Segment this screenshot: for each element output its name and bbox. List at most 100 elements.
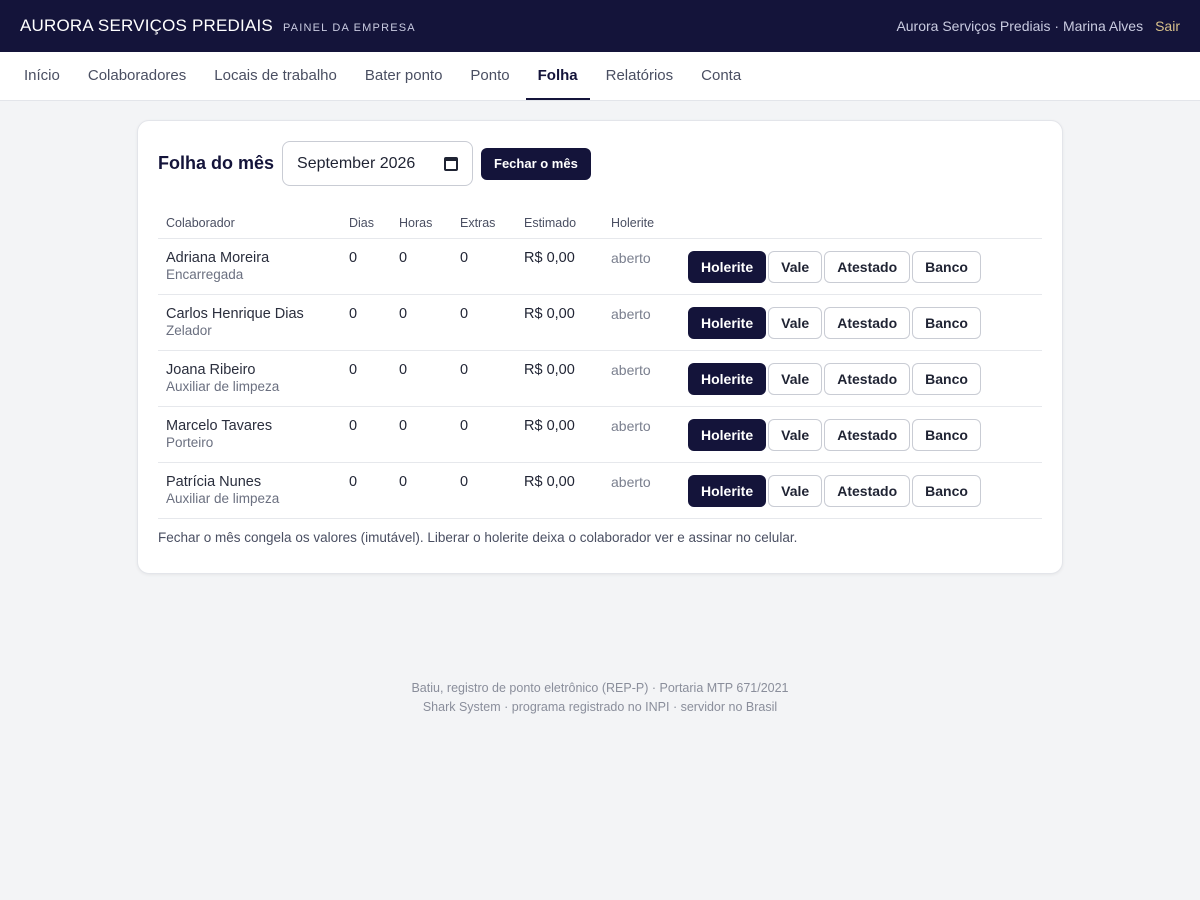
col-estimado: Estimado <box>516 216 603 239</box>
extras-cell: 0 <box>452 406 516 463</box>
calendar-icon[interactable] <box>444 156 459 171</box>
holerite-status: aberto <box>603 238 680 295</box>
tab-folha[interactable]: Folha <box>525 52 590 100</box>
logout-link[interactable]: Sair <box>1155 18 1180 34</box>
horas-cell: 0 <box>391 294 452 351</box>
row-actions: Holerite Vale Atestado Banco <box>680 462 1042 519</box>
payroll-card: Folha do mês September 2026 Fechar o mês… <box>137 120 1063 574</box>
horas-cell: 0 <box>391 350 452 407</box>
employee-name: Patrícia Nunes <box>166 474 262 490</box>
main-nav: Início Colaboradores Locais de trabalho … <box>0 52 1200 101</box>
table-row: Carlos Henrique Dias Zelador 0 0 0 R$ 0,… <box>158 294 1042 351</box>
atestado-button[interactable]: Atestado <box>824 419 911 451</box>
estimado-cell: R$ 0,00 <box>516 294 603 351</box>
employee-name: Carlos Henrique Dias <box>166 306 304 322</box>
vale-button[interactable]: Vale <box>768 419 823 451</box>
row-actions: Holerite Vale Atestado Banco <box>680 294 1042 351</box>
horas-cell: 0 <box>391 238 452 295</box>
holerite-status: aberto <box>603 350 680 407</box>
employee-role: Porteiro <box>166 435 214 450</box>
banco-button[interactable]: Banco <box>912 307 981 339</box>
table-row: Adriana Moreira Encarregada 0 0 0 R$ 0,0… <box>158 238 1042 295</box>
extras-cell: 0 <box>452 350 516 407</box>
vale-button[interactable]: Vale <box>768 251 823 283</box>
payroll-header: Folha do mês September 2026 Fechar o mês <box>158 141 1042 186</box>
employee-cell: Patrícia Nunes Auxiliar de limpeza <box>158 462 341 519</box>
table-header-row: Colaborador Dias Horas Extras Estimado H… <box>158 216 1042 239</box>
col-dias: Dias <box>341 216 391 239</box>
top-bar: AURORA SERVIÇOS PREDIAIS PAINEL DA EMPRE… <box>0 0 1200 52</box>
horas-cell: 0 <box>391 462 452 519</box>
tab-bater-ponto[interactable]: Bater ponto <box>353 52 455 100</box>
close-month-button[interactable]: Fechar o mês <box>481 147 591 180</box>
brand-subtitle: PAINEL DA EMPRESA <box>282 22 416 34</box>
brand-title: AURORA SERVIÇOS PREDIAIS <box>20 16 273 35</box>
employee-name: Marcelo Tavares <box>166 418 273 434</box>
payroll-table: Colaborador Dias Horas Extras Estimado H… <box>158 216 1042 519</box>
dias-cell: 0 <box>341 406 391 463</box>
holerite-button[interactable]: Holerite <box>688 475 767 507</box>
atestado-button[interactable]: Atestado <box>824 307 911 339</box>
holerite-button[interactable]: Holerite <box>688 307 767 339</box>
atestado-button[interactable]: Atestado <box>824 475 911 507</box>
row-actions: Holerite Vale Atestado Banco <box>680 350 1042 407</box>
col-holerite: Holerite <box>603 216 680 239</box>
holerite-button[interactable]: Holerite <box>688 419 767 451</box>
table-row: Patrícia Nunes Auxiliar de limpeza 0 0 0… <box>158 462 1042 519</box>
table-row: Joana Ribeiro Auxiliar de limpeza 0 0 0 … <box>158 350 1042 407</box>
employee-cell: Joana Ribeiro Auxiliar de limpeza <box>158 350 341 407</box>
tab-conta[interactable]: Conta <box>689 52 753 100</box>
vale-button[interactable]: Vale <box>768 475 823 507</box>
banco-button[interactable]: Banco <box>912 419 981 451</box>
dias-cell: 0 <box>341 462 391 519</box>
month-picker[interactable]: September 2026 <box>282 141 474 186</box>
holerite-button[interactable]: Holerite <box>688 251 767 283</box>
user-name: Aurora Serviços Prediais · Marina Alves <box>896 18 1144 34</box>
tab-inicio[interactable]: Início <box>12 52 72 100</box>
row-actions: Holerite Vale Atestado Banco <box>680 406 1042 463</box>
employee-role: Auxiliar de limpeza <box>166 491 280 506</box>
footer-line-2: Shark System · programa registrado no IN… <box>422 700 778 714</box>
col-colaborador: Colaborador <box>158 216 341 239</box>
row-actions: Holerite Vale Atestado Banco <box>680 238 1042 295</box>
employee-cell: Carlos Henrique Dias Zelador <box>158 294 341 351</box>
holerite-button[interactable]: Holerite <box>688 363 767 395</box>
holerite-status: aberto <box>603 294 680 351</box>
employee-cell: Adriana Moreira Encarregada <box>158 238 341 295</box>
employee-name: Joana Ribeiro <box>166 362 256 378</box>
estimado-cell: R$ 0,00 <box>516 462 603 519</box>
estimado-cell: R$ 0,00 <box>516 350 603 407</box>
employee-name: Adriana Moreira <box>166 250 270 266</box>
col-actions <box>680 216 1042 239</box>
vale-button[interactable]: Vale <box>768 363 823 395</box>
tab-relatorios[interactable]: Relatórios <box>594 52 686 100</box>
estimado-cell: R$ 0,00 <box>516 406 603 463</box>
extras-cell: 0 <box>452 238 516 295</box>
extras-cell: 0 <box>452 462 516 519</box>
employee-role: Auxiliar de limpeza <box>166 379 280 394</box>
month-value: September 2026 <box>297 154 416 172</box>
employee-cell: Marcelo Tavares Porteiro <box>158 406 341 463</box>
banco-button[interactable]: Banco <box>912 251 981 283</box>
extras-cell: 0 <box>452 294 516 351</box>
banco-button[interactable]: Banco <box>912 363 981 395</box>
banco-button[interactable]: Banco <box>912 475 981 507</box>
dias-cell: 0 <box>341 294 391 351</box>
footer: Batiu, registro de ponto eletrônico (REP… <box>0 679 1200 717</box>
atestado-button[interactable]: Atestado <box>824 363 911 395</box>
user-area: Aurora Serviços Prediais · Marina Alves … <box>896 18 1180 34</box>
tab-locais-de-trabalho[interactable]: Locais de trabalho <box>202 52 349 100</box>
dias-cell: 0 <box>341 238 391 295</box>
col-extras: Extras <box>452 216 516 239</box>
brand: AURORA SERVIÇOS PREDIAIS PAINEL DA EMPRE… <box>20 16 416 36</box>
atestado-button[interactable]: Atestado <box>824 251 911 283</box>
holerite-status: aberto <box>603 406 680 463</box>
holerite-status: aberto <box>603 462 680 519</box>
tab-colaboradores[interactable]: Colaboradores <box>76 52 198 100</box>
dias-cell: 0 <box>341 350 391 407</box>
payroll-note: Fechar o mês congela os valores (imutáve… <box>158 530 798 545</box>
tab-ponto[interactable]: Ponto <box>458 52 521 100</box>
vale-button[interactable]: Vale <box>768 307 823 339</box>
col-horas: Horas <box>391 216 452 239</box>
horas-cell: 0 <box>391 406 452 463</box>
